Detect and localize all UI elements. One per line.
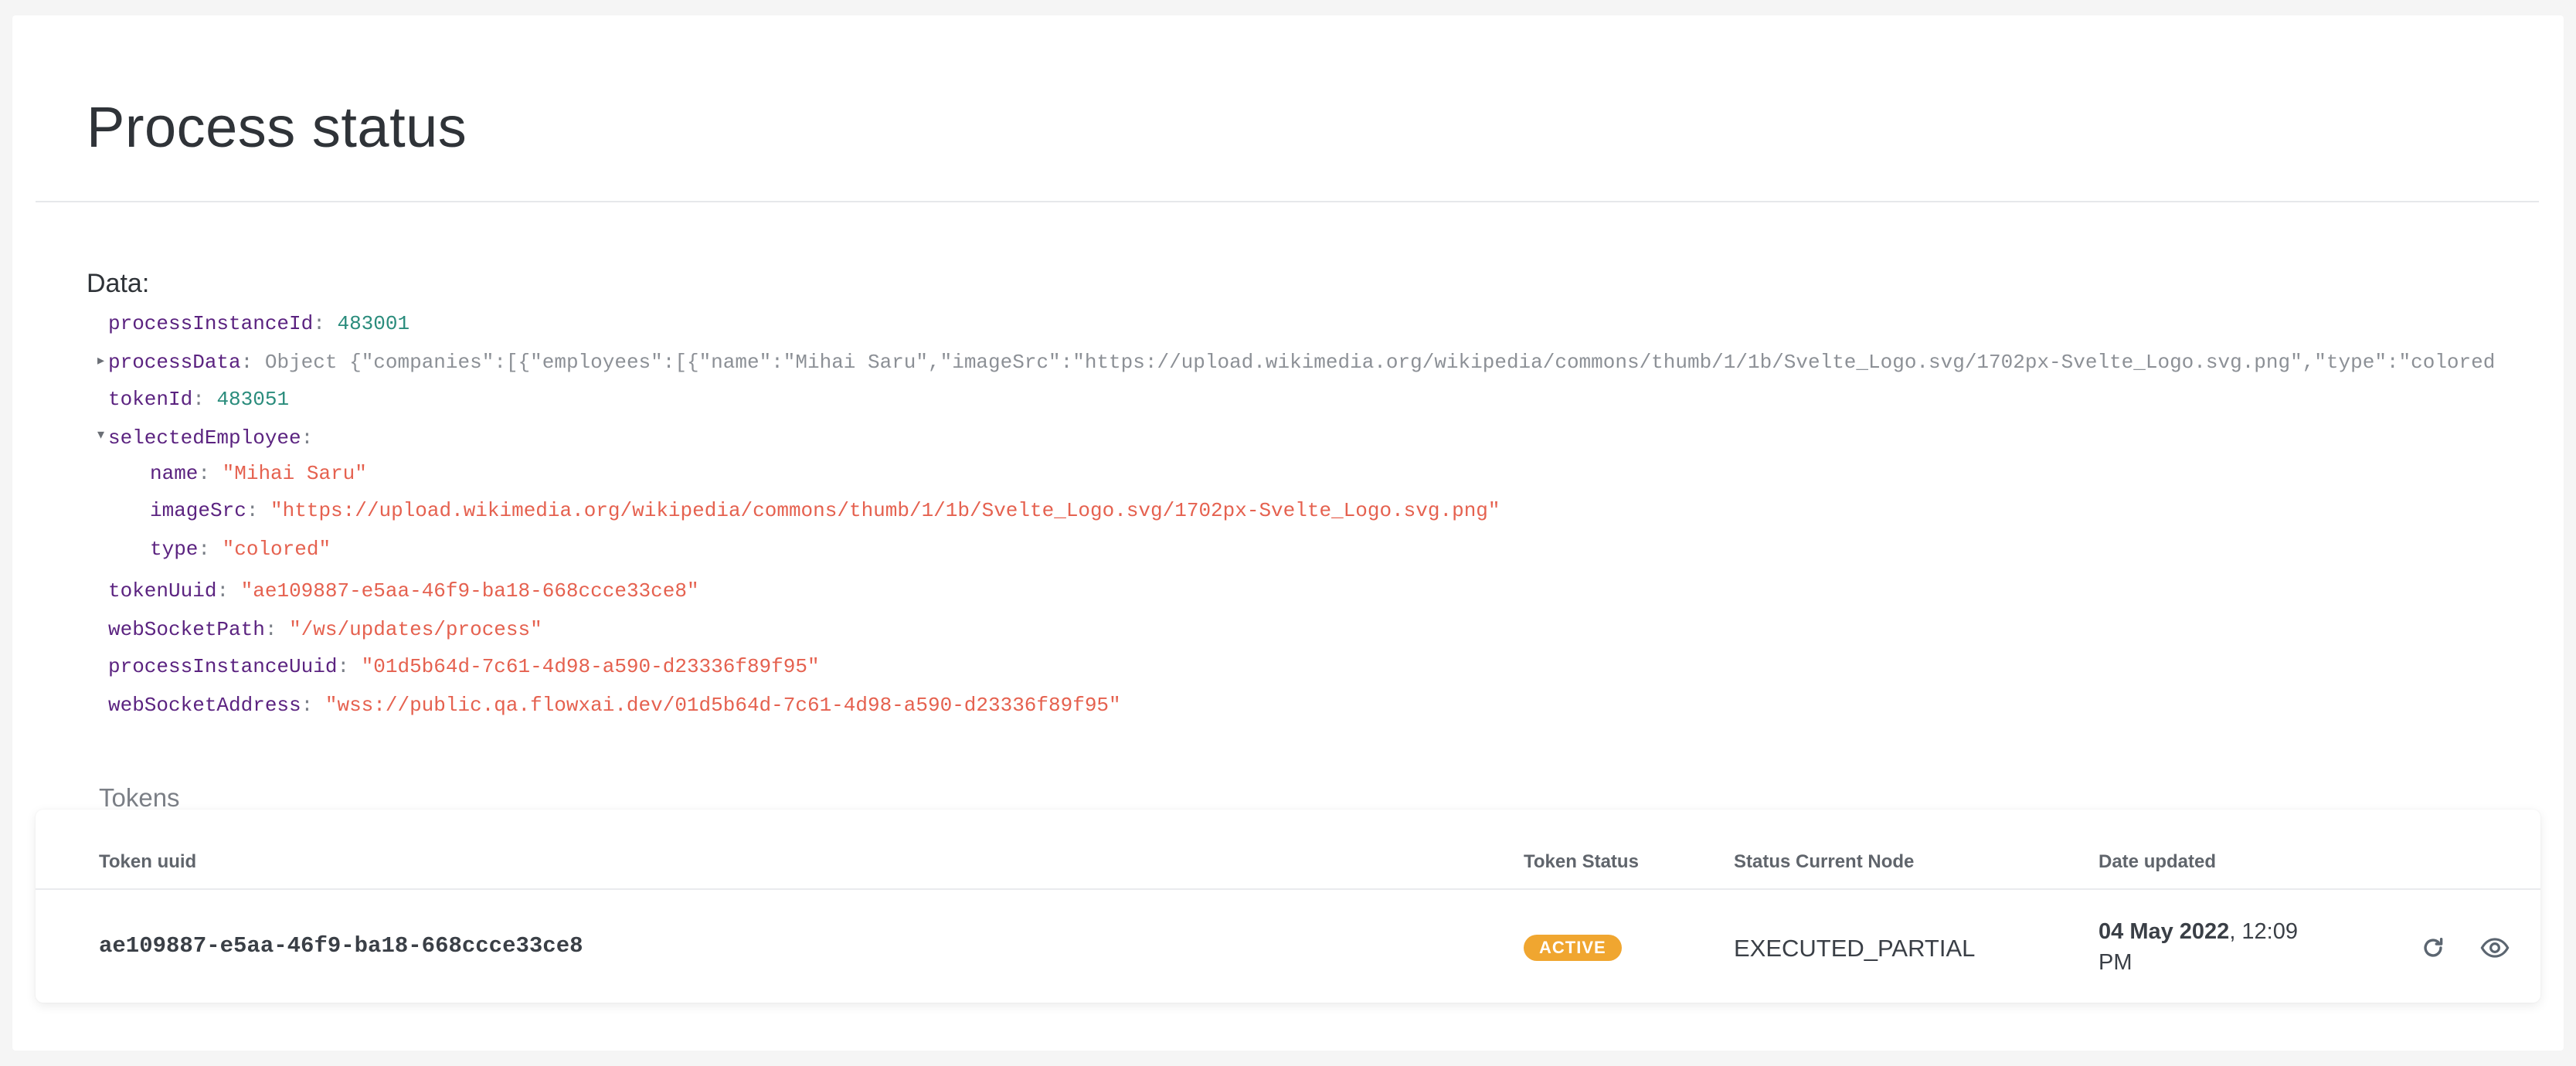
tree-row-process-instance-uuid: processInstanceUuid: "01d5b64d-7c61-4d98… — [108, 657, 820, 677]
column-header-token-status: Token Status — [1524, 851, 1639, 872]
tree-colon: : — [301, 426, 314, 450]
tree-key: imageSrc — [150, 499, 246, 522]
tree-key: name — [150, 462, 199, 485]
tree-value: "colored" — [222, 538, 331, 561]
tree-key: selectedEmployee — [108, 426, 301, 450]
tree-row-token-uuid: tokenUuid: "ae109887-e5aa-46f9-ba18-668c… — [108, 581, 699, 601]
tree-row-employee-image-src: imageSrc: "https://upload.wikimedia.org/… — [150, 501, 1500, 521]
tree-colon: : — [216, 579, 241, 603]
tree-row-employee-name: name: "Mihai Saru" — [150, 463, 367, 484]
tree-value: "Mihai Saru" — [222, 462, 367, 485]
tokens-table: Token uuid Token Status Status Current N… — [36, 810, 2540, 1003]
tree-key: type — [150, 538, 199, 561]
current-node-cell: EXECUTED_PARTIAL — [1734, 935, 1976, 962]
column-header-date-updated: Date updated — [2099, 851, 2217, 872]
tree-key: processData — [108, 352, 241, 372]
tree-colon: : — [198, 538, 223, 561]
tree-value: 483001 — [337, 312, 410, 335]
tree-row-employee-type: type: "colored" — [150, 539, 331, 559]
tree-value: "ae109887-e5aa-46f9-ba18-668ccce33ce8" — [240, 579, 699, 603]
token-uuid-cell: ae109887-e5aa-46f9-ba18-668ccce33ce8 — [99, 933, 583, 959]
tokens-heading: Tokens — [99, 783, 180, 812]
tree-value: "https://upload.wikimedia.org/wikipedia/… — [270, 499, 1500, 522]
data-label: Data: — [87, 269, 150, 298]
title-divider — [36, 201, 2539, 202]
page-title: Process status — [87, 95, 467, 159]
tree-key: webSocketAddress — [108, 694, 301, 717]
tree-row-web-socket-address: webSocketAddress: "wss://public.qa.flowx… — [108, 695, 1121, 715]
tree-key: tokenId — [108, 388, 193, 411]
tree-row-token-id: tokenId: 483051 — [108, 389, 289, 409]
tree-colon: : — [192, 388, 217, 411]
tree-colon: : — [313, 312, 338, 335]
tree-colon: : — [240, 352, 265, 372]
tree-colon: : — [264, 618, 290, 641]
date-updated-cell: 04 May 2022, 12:09 PM — [2099, 916, 2330, 978]
tree-value: 483051 — [216, 388, 290, 411]
tree-value: "01d5b64d-7c61-4d98-a590-d23336f89f95" — [361, 655, 820, 678]
date-updated-day: 04 May 2022 — [2099, 919, 2230, 944]
tree-key: processInstanceId — [108, 312, 314, 335]
tree-value: "/ws/updates/process" — [289, 618, 542, 641]
refresh-button[interactable] — [2415, 930, 2451, 966]
tree-key: processInstanceUuid — [108, 655, 338, 678]
tree-value: "wss://public.qa.flowxai.dev/01d5b64d-7c… — [325, 694, 1121, 717]
tree-row-process-instance-id: processInstanceId: 483001 — [108, 314, 410, 334]
table-header-divider — [36, 888, 2540, 890]
tree-colon: : — [301, 694, 325, 717]
tree-colon: : — [246, 499, 271, 522]
collapse-arrow-icon[interactable]: ▾ — [97, 428, 104, 442]
column-header-status-current-node: Status Current Node — [1734, 851, 1915, 872]
tree-key: tokenUuid — [108, 579, 217, 603]
process-status-card: Process status Data: processInstanceId: … — [12, 15, 2564, 1051]
tree-row-selected-employee[interactable]: selectedEmployee: — [108, 428, 313, 448]
tree-row-process-data[interactable]: processData: Object {"companies":[{"empl… — [108, 352, 2500, 372]
tree-key: webSocketPath — [108, 618, 265, 641]
tree-colon: : — [198, 462, 223, 485]
status-badge: ACTIVE — [1524, 935, 1622, 961]
eye-icon — [2480, 938, 2510, 958]
tree-type-label: Object — [264, 352, 338, 372]
tree-colon: : — [337, 655, 362, 678]
view-button[interactable] — [2477, 930, 2513, 966]
tree-object-preview: {"companies":[{"employees":[{"name":"Mih… — [349, 352, 2496, 372]
expand-arrow-icon[interactable]: ▸ — [97, 354, 104, 368]
tree-row-web-socket-path: webSocketPath: "/ws/updates/process" — [108, 620, 542, 640]
refresh-icon — [2424, 937, 2443, 957]
column-header-token-uuid: Token uuid — [99, 851, 197, 872]
